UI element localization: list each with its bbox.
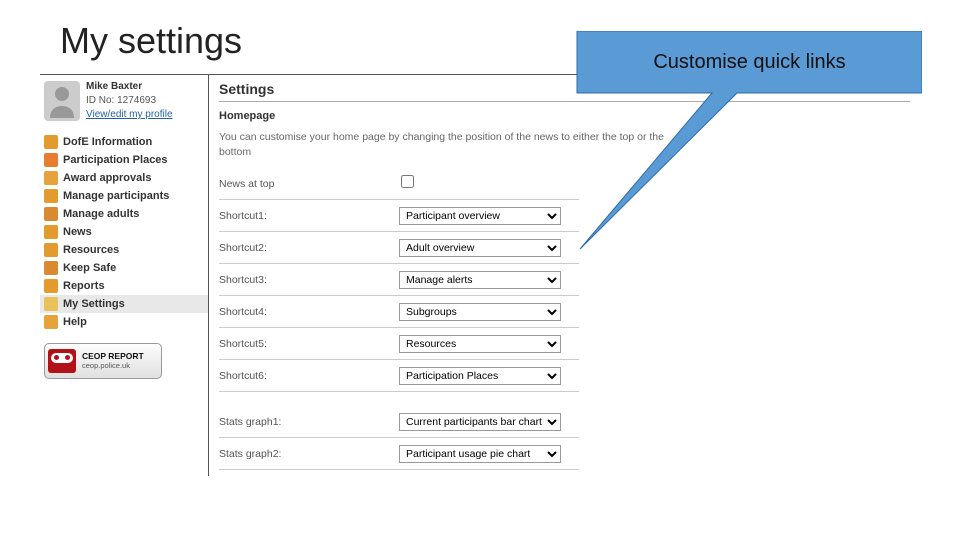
- shortcut3-row: Shortcut3:Manage alerts: [219, 264, 579, 296]
- homepage-heading: Homepage: [219, 110, 910, 122]
- sidebar-item-keep-safe[interactable]: Keep Safe: [40, 259, 208, 277]
- shortcut4-row: Shortcut4:Subgroups: [219, 296, 579, 328]
- sidebar-item-label: News: [63, 226, 92, 238]
- shortcut2-select[interactable]: Adult overview: [399, 239, 561, 257]
- shortcut2-row: Shortcut2:Adult overview: [219, 232, 579, 264]
- news-at-top-row: News at top: [219, 169, 579, 200]
- sidebar-item-label: Award approvals: [63, 172, 151, 184]
- shortcut1-row: Shortcut1:Participant overview: [219, 200, 579, 232]
- nav-icon: [44, 189, 58, 203]
- sidebar-item-my-settings[interactable]: My Settings: [40, 295, 208, 313]
- stats-graph2-label: Stats graph2:: [219, 448, 399, 460]
- nav-icon: [44, 261, 58, 275]
- sidebar-item-reports[interactable]: Reports: [40, 277, 208, 295]
- sidebar-item-label: Participation Places: [63, 154, 168, 166]
- nav-icon: [44, 297, 58, 311]
- shortcut3-label: Shortcut3:: [219, 274, 399, 286]
- nav-list: DofE Information Participation Places Awar…: [40, 133, 208, 331]
- nav-icon: [44, 135, 58, 149]
- news-at-top-checkbox[interactable]: [401, 175, 414, 188]
- shortcut6-row: Shortcut6:Participation Places: [219, 360, 579, 392]
- ceop-text: CEOP REPORT ceop.police.uk: [82, 352, 144, 370]
- sidebar-item-help[interactable]: Help: [40, 313, 208, 331]
- profile-block: Mike Baxter ID No: 1274693 View/edit my …: [40, 75, 208, 127]
- shortcut6-label: Shortcut6:: [219, 370, 399, 382]
- shortcut4-label: Shortcut4:: [219, 306, 399, 318]
- nav-icon: [44, 243, 58, 257]
- edit-profile-link[interactable]: View/edit my profile: [86, 109, 173, 120]
- stats-graph2-row: Stats graph2:Participant usage pie chart: [219, 438, 579, 470]
- shortcut5-row: Shortcut5:Resources: [219, 328, 579, 360]
- avatar: [44, 81, 80, 121]
- profile-name: Mike Baxter: [86, 81, 173, 92]
- sidebar-item-label: Reports: [63, 280, 105, 292]
- shortcut2-label: Shortcut2:: [219, 242, 399, 254]
- shortcut1-label: Shortcut1:: [219, 210, 399, 222]
- nav-icon: [44, 279, 58, 293]
- sidebar-item-participation-places[interactable]: Participation Places: [40, 151, 208, 169]
- nav-icon: [44, 225, 58, 239]
- stats-graph1-select[interactable]: Current participants bar chart: [399, 413, 561, 431]
- sidebar-item-label: Resources: [63, 244, 119, 256]
- nav-icon: [44, 315, 58, 329]
- shortcut5-label: Shortcut5:: [219, 338, 399, 350]
- nav-icon: [44, 171, 58, 185]
- shortcut3-select[interactable]: Manage alerts: [399, 271, 561, 289]
- app-frame: Mike Baxter ID No: 1274693 View/edit my …: [40, 74, 920, 476]
- nav-icon: [44, 207, 58, 221]
- sidebar-item-label: My Settings: [63, 298, 125, 310]
- shortcut4-select[interactable]: Subgroups: [399, 303, 561, 321]
- stats-graph2-select[interactable]: Participant usage pie chart: [399, 445, 561, 463]
- sidebar-item-manage-adults[interactable]: Manage adults: [40, 205, 208, 223]
- sidebar-item-award-approvals[interactable]: Award approvals: [40, 169, 208, 187]
- profile-id: ID No: 1274693: [86, 95, 173, 106]
- callout-text: Customise quick links: [577, 31, 922, 93]
- stats-graph1-row: Stats graph1:Current participants bar ch…: [219, 406, 579, 438]
- sidebar-item-label: Help: [63, 316, 87, 328]
- ceop-icon: [48, 349, 76, 373]
- sidebar-item-label: Keep Safe: [63, 262, 116, 274]
- homepage-description: You can customise your home page by chan…: [219, 130, 679, 159]
- news-at-top-label: News at top: [219, 178, 399, 190]
- shortcut5-select[interactable]: Resources: [399, 335, 561, 353]
- sidebar-item-label: DofE Information: [63, 136, 152, 148]
- ceop-report-button[interactable]: CEOP REPORT ceop.police.uk: [44, 343, 162, 379]
- sidebar-item-dofe-information[interactable]: DofE Information: [40, 133, 208, 151]
- sidebar-item-label: Manage adults: [63, 208, 139, 220]
- main-panel: Customise quick links Settings Homepage …: [208, 75, 920, 476]
- sidebar-item-label: Manage participants: [63, 190, 169, 202]
- nav-icon: [44, 153, 58, 167]
- sidebar-item-news[interactable]: News: [40, 223, 208, 241]
- stats-graph1-label: Stats graph1:: [219, 416, 399, 428]
- sidebar-item-resources[interactable]: Resources: [40, 241, 208, 259]
- sidebar-item-manage-participants[interactable]: Manage participants: [40, 187, 208, 205]
- shortcut1-select[interactable]: Participant overview: [399, 207, 561, 225]
- sidebar: Mike Baxter ID No: 1274693 View/edit my …: [40, 75, 208, 476]
- shortcut6-select[interactable]: Participation Places: [399, 367, 561, 385]
